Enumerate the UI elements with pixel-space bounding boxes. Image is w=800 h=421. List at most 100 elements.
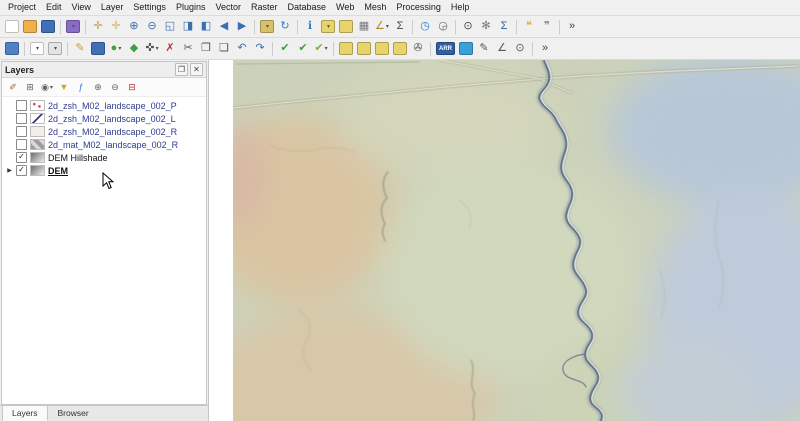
toolbar-overflow-2-icon[interactable]: » <box>537 41 553 57</box>
layer-label[interactable]: 2d_zsh_M02_landscape_002_P <box>48 101 177 111</box>
zoom-in-icon[interactable]: ⊕ <box>126 19 142 35</box>
annotation-pencil-icon[interactable]: ✎ <box>476 41 492 57</box>
add-group-icon[interactable]: ⊞ <box>23 80 37 94</box>
layer-checkbox[interactable] <box>16 113 27 124</box>
zoom-last-icon[interactable]: ◀ <box>216 19 232 35</box>
open-attribute-table-icon[interactable]: ▦ <box>356 19 372 35</box>
toolbar-overflow-1-icon[interactable]: » <box>564 19 580 35</box>
locator-search-icon[interactable]: ⊙ <box>460 19 476 35</box>
delete-selected-icon[interactable]: ✗ <box>162 41 178 57</box>
vertex-tool-icon[interactable]: ✜▾ <box>144 41 160 57</box>
open-data-source-manager-icon[interactable] <box>5 42 19 55</box>
highlight-pinned-labels-icon[interactable] <box>393 42 407 55</box>
map-themes-icon[interactable]: ▾ <box>48 42 62 55</box>
processing-toolbox-icon[interactable]: ✻ <box>478 19 494 35</box>
close-panel-icon[interactable]: ✕ <box>190 63 203 76</box>
undock-panel-icon[interactable]: ❐ <box>175 63 188 76</box>
save-layer-edits-icon[interactable] <box>91 42 105 55</box>
layer-label[interactable]: 2d_zsh_M02_landscape_002_L <box>48 114 176 124</box>
menu-vector[interactable]: Vector <box>210 0 246 15</box>
layer-label[interactable]: 2d_zsh_M02_landscape_002_R <box>48 127 177 137</box>
pan-map-icon[interactable]: ✛ <box>90 19 106 35</box>
check-geometries-icon[interactable]: ✔ <box>277 41 293 57</box>
map-canvas[interactable] <box>209 60 800 421</box>
menu-raster[interactable]: Raster <box>246 0 283 15</box>
layer-row-dem[interactable]: ▶ ✓ DEM <box>2 164 206 177</box>
menu-view[interactable]: View <box>67 0 96 15</box>
layer-label[interactable]: 2d_mat_M02_landscape_002_R <box>48 140 178 150</box>
deselect-features-icon[interactable] <box>339 20 353 33</box>
identify-features-icon[interactable]: ℹ <box>302 19 318 35</box>
cut-features-icon[interactable]: ✂ <box>180 41 196 57</box>
pan-to-selection-icon[interactable]: ✛ <box>108 19 124 35</box>
show-hidden-labels-icon[interactable]: ✇ <box>410 41 426 57</box>
magnifier-tool-icon[interactable]: ⊙ <box>512 41 528 57</box>
layer-row-2d-zsh-r[interactable]: 2d_zsh_M02_landscape_002_R <box>2 125 206 138</box>
open-project-icon[interactable] <box>23 20 37 33</box>
check-validity-icon[interactable]: ✔ <box>295 41 311 57</box>
layer-labeling-icon[interactable] <box>339 42 353 55</box>
add-feature-icon[interactable]: ●▾ <box>108 41 124 57</box>
remove-layer-icon[interactable]: ⊟ <box>125 80 139 94</box>
menu-database[interactable]: Database <box>283 0 332 15</box>
new-project-icon[interactable] <box>5 20 19 33</box>
menu-plugins[interactable]: Plugins <box>171 0 211 15</box>
zoom-full-icon[interactable]: ◱ <box>162 19 178 35</box>
undo-icon[interactable]: ↶ <box>234 41 250 57</box>
zoom-next-icon[interactable]: ▶ <box>234 19 250 35</box>
menu-web[interactable]: Web <box>331 0 359 15</box>
select-features-icon[interactable]: ▾ <box>321 20 335 33</box>
layer-diagram-icon[interactable] <box>357 42 371 55</box>
profile-tool-icon[interactable] <box>459 42 473 55</box>
menu-help[interactable]: Help <box>446 0 475 15</box>
layer-row-dem-hillshade[interactable]: ✓ DEM Hillshade <box>2 151 206 164</box>
redo-icon[interactable]: ↷ <box>252 41 268 57</box>
zoom-out-icon[interactable]: ⊖ <box>144 19 160 35</box>
tab-layers[interactable]: Layers <box>2 405 48 421</box>
layer-row-2d-mat-r[interactable]: 2d_mat_M02_landscape_002_R <box>2 138 206 151</box>
collapse-all-icon[interactable]: ⊖ <box>108 80 122 94</box>
refresh-map-icon[interactable]: ↻ <box>277 19 293 35</box>
paste-features-icon[interactable]: ❏ <box>216 41 232 57</box>
layer-checkbox[interactable] <box>16 139 27 150</box>
layer-checkbox[interactable] <box>16 126 27 137</box>
filter-by-expression-icon[interactable]: ƒ <box>74 80 88 94</box>
layer-label[interactable]: DEM Hillshade <box>48 153 108 163</box>
open-layer-styling-icon[interactable]: ✐ <box>6 80 20 94</box>
layer-checkbox[interactable]: ✓ <box>16 152 27 163</box>
temporal-controller-icon[interactable]: ◷ <box>417 19 433 35</box>
new-layer-icon[interactable]: ▾ <box>30 42 44 55</box>
annotations-icon[interactable]: ❝ <box>521 19 537 35</box>
measure-profile-icon[interactable]: ∠ <box>494 41 510 57</box>
layer-checkbox[interactable] <box>16 100 27 111</box>
menu-layer[interactable]: Layer <box>96 0 129 15</box>
layer-label[interactable]: DEM <box>48 166 68 176</box>
manage-map-themes-icon[interactable]: ◉▾ <box>40 80 54 94</box>
save-project-icon[interactable] <box>41 20 55 33</box>
log-messages-icon[interactable]: ❞ <box>539 19 555 35</box>
measure-icon[interactable]: ∠▾ <box>374 19 390 35</box>
filter-legend-icon[interactable]: ▼ <box>57 80 71 94</box>
zoom-to-selection-icon[interactable]: ◨ <box>180 19 196 35</box>
add-record-icon[interactable]: ◆ <box>126 41 142 57</box>
menu-edit[interactable]: Edit <box>41 0 67 15</box>
menu-mesh[interactable]: Mesh <box>359 0 391 15</box>
tab-browser[interactable]: Browser <box>48 405 99 421</box>
fix-geometries-icon[interactable]: ✔▾ <box>313 41 329 57</box>
expand-all-icon[interactable]: ⊕ <box>91 80 105 94</box>
style-manager-icon[interactable]: ▾ <box>66 20 80 33</box>
zoom-to-layer-icon[interactable]: ◧ <box>198 19 214 35</box>
copy-features-icon[interactable]: ❐ <box>198 41 214 57</box>
temporal-navigation-icon[interactable]: ◶ <box>435 19 451 35</box>
statistical-summary-icon[interactable]: Σ <box>392 19 408 35</box>
layer-checkbox[interactable]: ✓ <box>16 165 27 176</box>
layer-row-2d-zsh-l[interactable]: 2d_zsh_M02_landscape_002_L <box>2 112 206 125</box>
menu-settings[interactable]: Settings <box>128 0 171 15</box>
layer-row-2d-zsh-p[interactable]: 2d_zsh_M02_landscape_002_P <box>2 99 206 112</box>
menu-project[interactable]: Project <box>3 0 41 15</box>
menu-processing[interactable]: Processing <box>391 0 446 15</box>
toggle-editing-icon[interactable]: ✎ <box>72 41 88 57</box>
arr-plugin-icon[interactable]: ARR <box>436 42 455 55</box>
statistics-panel-icon[interactable]: Σ <box>496 19 512 35</box>
new-map-view-icon[interactable]: ▾ <box>260 20 274 33</box>
